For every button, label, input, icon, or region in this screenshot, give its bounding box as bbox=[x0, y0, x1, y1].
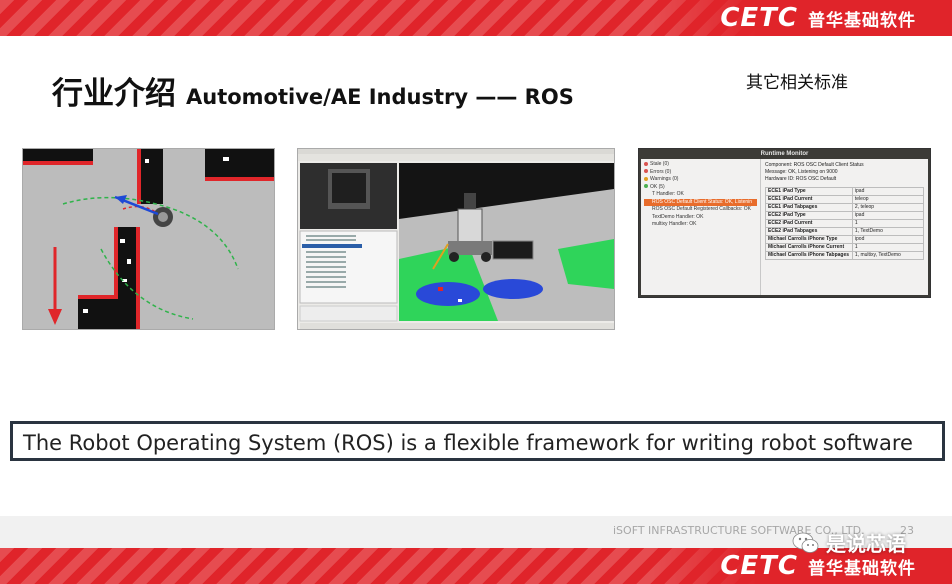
brand-name: 普华基础软件 bbox=[808, 10, 916, 31]
status-tree-item[interactable]: TextDemo Handler: OK bbox=[644, 214, 757, 222]
status-dot-icon bbox=[644, 184, 648, 189]
watermark: 是说芯语 bbox=[792, 528, 906, 557]
status-dot-icon bbox=[644, 169, 648, 174]
status-tree-label: Errors (0) bbox=[650, 168, 672, 175]
rviz-3d-screenshot bbox=[297, 148, 615, 330]
status-tree-label: multixy Handler: OK bbox=[652, 221, 697, 227]
table-row: ECE1 iPad Type ipad bbox=[765, 187, 925, 196]
table-key: ECE1 iPad Type bbox=[765, 187, 853, 196]
status-tree-label: Stale (0) bbox=[650, 161, 669, 167]
table-row: ECE2 iPad Type ipad bbox=[765, 211, 925, 220]
table-key: Michael Carrolls iPhone Tabpages bbox=[765, 251, 853, 260]
table-value: teleop bbox=[851, 195, 925, 204]
hardware-line: Hardware ID: ROS OSC Default bbox=[765, 176, 837, 182]
rviz-map-screenshot bbox=[22, 148, 275, 330]
status-tree-label: ROS OSC Default Client Status: OK, Liste… bbox=[652, 198, 753, 205]
slide-title: 行业介绍 Automotive/AE Industry —— ROS bbox=[52, 68, 574, 113]
table-key: ECE1 iPad Tabpages bbox=[765, 203, 853, 212]
table-key: Michael Carrolls iPhone Type bbox=[765, 235, 853, 244]
brand-logo: CETC 普华基础软件 bbox=[720, 3, 916, 33]
cetc-logo: CETC bbox=[720, 3, 798, 33]
table-value: 2, teleop bbox=[851, 203, 925, 212]
top-banner: CETC 普华基础软件 bbox=[0, 0, 952, 36]
table-row: ECE2 iPad Current 1 bbox=[765, 219, 925, 228]
status-tree-item[interactable]: ROS OSC Default Registered Callbacks: OK bbox=[644, 206, 757, 214]
caption-box: The Robot Operating System (ROS) is a fl… bbox=[10, 421, 945, 461]
table-value: 1, TextDemo bbox=[851, 227, 925, 236]
robot-map-visualization-icon bbox=[23, 149, 274, 329]
status-table: ECE1 iPad Type ipad ECE1 iPad Current teleo… bbox=[765, 187, 925, 260]
table-key: Michael Carrolls iPhone Current bbox=[765, 243, 853, 252]
status-tree-item[interactable]: T Handler: OK bbox=[644, 191, 757, 199]
title-en: Automotive/AE Industry —— ROS bbox=[186, 85, 574, 109]
component-line: Component: ROS OSC Default Client Status bbox=[765, 162, 864, 168]
caption-text: The Robot Operating System (ROS) is a fl… bbox=[23, 431, 913, 455]
table-row: ECE1 iPad Tabpages 2, teleop bbox=[765, 203, 925, 212]
status-info: Component: ROS OSC Default Client Status… bbox=[765, 162, 924, 183]
runtime-monitor-screenshot: Runtime Monitor Stale (0) Errors (0) Warni… bbox=[638, 148, 931, 298]
table-value: ipod bbox=[851, 235, 925, 244]
status-tree-label: OK (5) bbox=[650, 183, 665, 190]
status-tree-item[interactable]: Errors (0) bbox=[644, 169, 757, 177]
runtime-monitor-title: Runtime Monitor bbox=[639, 149, 930, 159]
watermark-text: 是说芯语 bbox=[826, 532, 906, 556]
status-tree-item[interactable]: ROS OSC Default Client Status: OK, Liste… bbox=[644, 198, 757, 206]
status-tree-item[interactable]: Warnings (0) bbox=[644, 176, 757, 184]
table-value: ipad bbox=[851, 187, 925, 196]
table-value: ipad bbox=[851, 211, 925, 220]
status-tree-item[interactable]: OK (5) bbox=[644, 184, 757, 192]
message-line: Message: OK, Listening on 9000 bbox=[765, 169, 838, 175]
table-key: ECE2 iPad Type bbox=[765, 211, 853, 220]
status-tree-label: ROS OSC Default Registered Callbacks: OK bbox=[652, 206, 751, 212]
status-tree-label: Warnings (0) bbox=[650, 176, 679, 182]
status-tree-label: TextDemo Handler: OK bbox=[652, 213, 704, 220]
status-detail: Component: ROS OSC Default Client Status… bbox=[761, 159, 928, 295]
status-dot-icon bbox=[644, 176, 648, 181]
table-row: ECE2 iPad Tabpages 1, TextDemo bbox=[765, 227, 925, 236]
status-tree-item[interactable]: Stale (0) bbox=[644, 161, 757, 169]
status-tree-item[interactable]: multixy Handler: OK bbox=[644, 221, 757, 229]
table-value: 1 bbox=[851, 219, 925, 228]
cetc-logo: CETC bbox=[720, 551, 798, 581]
table-row: Michael Carrolls iPhone Type ipod bbox=[765, 235, 925, 244]
table-value: 1, multixy, TextDemo bbox=[851, 251, 925, 260]
title-cn: 行业介绍 bbox=[52, 76, 176, 112]
status-tree: Stale (0) Errors (0) Warnings (0) OK (5) T H… bbox=[641, 159, 761, 295]
brand-name: 普华基础软件 bbox=[808, 558, 916, 579]
table-key: ECE1 iPad Current bbox=[765, 195, 853, 204]
runtime-monitor-body: Stale (0) Errors (0) Warnings (0) OK (5) T H… bbox=[641, 159, 928, 295]
table-key: ECE2 iPad Current bbox=[765, 219, 853, 228]
table-row: Michael Carrolls iPhone Tabpages 1, multi… bbox=[765, 251, 925, 260]
status-tree-label: T Handler: OK bbox=[652, 191, 684, 197]
table-value: 1 bbox=[851, 243, 925, 252]
status-dot-icon bbox=[644, 161, 648, 166]
table-row: ECE1 iPad Current teleop bbox=[765, 195, 925, 204]
table-row: Michael Carrolls iPhone Current 1 bbox=[765, 243, 925, 252]
side-note: 其它相关标准 bbox=[746, 73, 848, 93]
table-key: ECE2 iPad Tabpages bbox=[765, 227, 853, 236]
ros-rviz-3d-robot-icon bbox=[298, 149, 614, 329]
wechat-icon bbox=[792, 532, 819, 553]
